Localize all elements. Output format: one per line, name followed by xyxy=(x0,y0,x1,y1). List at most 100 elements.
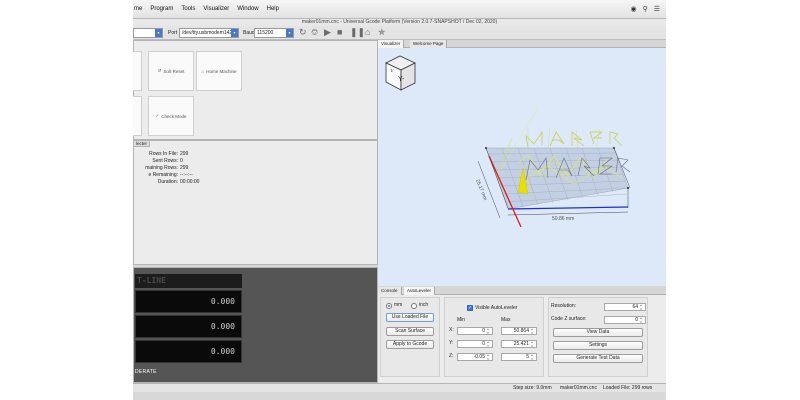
autoleveler-panel: mm inch Use Loaded File Scan Surface App… xyxy=(378,295,666,383)
unit-mm-radio[interactable] xyxy=(386,303,392,309)
x-axis-line xyxy=(507,206,629,210)
view-cube[interactable]: Z- Y- xyxy=(385,55,416,91)
chevron-down-icon: ▾ xyxy=(286,29,293,37)
z-max-input[interactable]: 5 xyxy=(501,353,537,361)
scan-surface-button[interactable]: Scan Surface xyxy=(386,327,434,336)
loaded-file-status: Loaded File: 299 rows xyxy=(603,385,653,391)
feed-rate-label: DERATE xyxy=(135,369,157,375)
time-remaining-row: e Remaining: --:--:-- xyxy=(134,172,193,178)
menu-program[interactable]: Program xyxy=(150,6,173,12)
check-mode-button[interactable]: ✓ Check Mode xyxy=(148,96,194,136)
visualizer-canvas[interactable]: Z- Y- 50.86 mm 25.17 mm xyxy=(378,48,666,286)
soft-reset-label: Soft Reset xyxy=(163,68,185,74)
use-loaded-file-button[interactable]: Use Loaded File xyxy=(386,313,434,322)
visible-autoleveler-checkbox[interactable]: ✓ xyxy=(467,305,473,311)
stop-icon[interactable]: ■ xyxy=(337,27,342,37)
bottom-tab-strip: Console AutoLeveler xyxy=(378,287,666,295)
ugs-window: me Program Tools Visualizer Window Help … xyxy=(133,0,666,400)
rows-in-file-label: Rows In File: xyxy=(149,151,178,157)
x-min-input[interactable]: 0 xyxy=(457,327,493,335)
x-label: X: xyxy=(449,327,454,333)
tab-console[interactable]: Console xyxy=(378,287,402,295)
scan-group: mm inch Use Loaded File Scan Surface App… xyxy=(380,297,440,377)
tab-autoleveler[interactable]: AutoLeveler xyxy=(404,287,436,295)
firmware-select[interactable]: ▾ xyxy=(133,28,163,38)
connect-icon[interactable]: ⎊ xyxy=(311,27,318,37)
action-button-partial[interactable] xyxy=(133,51,142,91)
play-icon[interactable]: ▶ xyxy=(324,27,331,37)
unlock-icon[interactable]: ✯ xyxy=(378,27,386,37)
sent-rows-label: Sent Rows: xyxy=(152,158,178,164)
wifi-icon[interactable]: ◉ xyxy=(630,5,636,13)
home-icon[interactable]: ⌂ xyxy=(365,27,370,37)
dro-x-value: 0.000 xyxy=(210,297,235,306)
x-max-input[interactable]: 50.864 xyxy=(501,327,537,335)
dimension-x-label: 50.86 mm xyxy=(552,216,574,222)
menu-help[interactable]: Help xyxy=(267,6,279,12)
view-data-button[interactable]: View Data xyxy=(553,328,643,337)
port-select[interactable]: /dev/tty.usbmodem1421 ▾ xyxy=(179,28,239,38)
menu-bar: me Program Tools Visualizer Window Help … xyxy=(133,0,666,19)
menu-tools[interactable]: Tools xyxy=(181,6,195,12)
remaining-rows-value: 299 xyxy=(180,165,189,171)
generate-test-data-button[interactable]: Generate Test Data xyxy=(553,354,643,363)
action-button-partial[interactable] xyxy=(133,96,142,136)
toolbar: ▾ Port /dev/tty.usbmodem1421 ▾ Baud 11520… xyxy=(133,26,666,40)
settings-button[interactable]: Settings xyxy=(553,341,643,350)
menu-window[interactable]: Window xyxy=(237,6,258,12)
tab-selecter[interactable]: lecter xyxy=(134,141,151,147)
dro-z-value: 0.000 xyxy=(210,347,235,356)
visualizer-tab-strip: Visualizer Welcome Page xyxy=(378,40,666,48)
baud-value: 115200 xyxy=(257,30,274,36)
tab-visualizer[interactable]: Visualizer xyxy=(378,40,405,48)
apply-to-gcode-button[interactable]: Apply to Gcode xyxy=(386,340,434,349)
y-min-input[interactable]: 0 xyxy=(457,340,493,348)
tab-welcome-page[interactable]: Welcome Page xyxy=(410,40,448,48)
pause-icon[interactable]: ❚❚ xyxy=(350,27,365,37)
resolution-group: Resolution: 64 Code Z surface: 0 View Da… xyxy=(548,297,648,377)
duration-value: 00:00:00 xyxy=(180,179,200,185)
sent-rows-row: Sent Rows: 0 xyxy=(134,158,183,164)
remaining-rows-row: maining Rows: 299 xyxy=(134,165,188,171)
status-bar: Step size: 9.0mm maker01mm.cnc Loaded Fi… xyxy=(133,383,666,392)
port-label: Port xyxy=(168,30,178,36)
view-cube-label: Y- xyxy=(398,76,405,83)
unit-inch-radio[interactable] xyxy=(411,303,417,309)
baud-label: Baud xyxy=(243,30,255,36)
system-tray: ◉ ⚲ ☰ xyxy=(630,5,660,13)
home-machine-button[interactable]: ⌂ Home Machine xyxy=(196,51,242,91)
y-label: Y: xyxy=(449,340,454,346)
send-status-panel: lecter Rows In File: 299 Sent Rows: 0 main… xyxy=(133,140,378,265)
baud-select[interactable]: 115200 ▾ xyxy=(254,28,294,38)
remaining-rows-label: maining Rows: xyxy=(145,165,178,171)
z-label: Z: xyxy=(449,353,454,359)
code-z-surface-label: Code Z surface: xyxy=(551,316,587,322)
time-remaining-label: e Remaining: xyxy=(148,172,178,178)
dro-y-box: 0.000 xyxy=(135,315,242,338)
bounds-group: ✓ Visible AutoLeveler Min Max X: 0 50.86… xyxy=(444,297,544,377)
sent-rows-value: 0 xyxy=(180,158,183,164)
max-label: Max xyxy=(501,317,511,323)
machine-state-display: T-LINE xyxy=(135,274,242,288)
window-title: maker01mm.cnc - Universal Gcode Platform… xyxy=(133,19,666,26)
resolution-label: Resolution: xyxy=(551,303,577,309)
port-value: /dev/tty.usbmodem1421 xyxy=(182,30,235,36)
resolution-input[interactable]: 64 xyxy=(604,303,646,311)
rows-in-file-value: 299 xyxy=(180,151,189,157)
y-max-input[interactable]: 25.421 xyxy=(501,340,537,348)
refresh-icon[interactable]: ↻ xyxy=(299,27,307,37)
home-icon: ⌂ xyxy=(201,68,205,74)
search-icon[interactable]: ⚲ xyxy=(643,5,648,13)
check-mode-label: Check Mode xyxy=(161,113,187,119)
rows-in-file-row: Rows In File: 299 xyxy=(134,151,188,157)
dro-z-box: 0.000 xyxy=(135,340,242,363)
menu-window-partial[interactable]: me xyxy=(134,6,142,12)
soft-reset-button[interactable]: ↺ Soft Reset xyxy=(148,51,194,91)
visible-autoleveler-label: Visible AutoLeveler xyxy=(475,305,518,311)
time-remaining-value: --:--:-- xyxy=(180,172,193,178)
menu-visualizer[interactable]: Visualizer xyxy=(203,6,229,12)
z-min-input[interactable]: -0.05 xyxy=(457,353,493,361)
code-z-surface-input[interactable]: 0 xyxy=(604,316,646,324)
duration-row: Duration: 00:00:00 xyxy=(134,179,200,185)
menu-list-icon[interactable]: ☰ xyxy=(654,5,660,13)
